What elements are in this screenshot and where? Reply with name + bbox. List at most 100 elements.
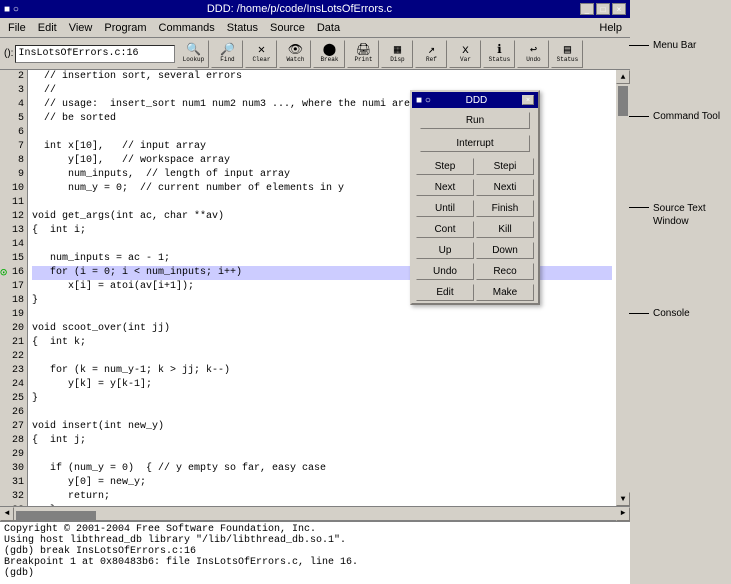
code-line-26 — [32, 406, 612, 420]
line-num-13: 13 — [0, 224, 27, 238]
scroll-thumb[interactable] — [618, 86, 628, 116]
code-line-2: // insertion sort, several errors — [32, 70, 612, 84]
command-tool-controls[interactable]: × — [522, 95, 534, 105]
horizontal-scrollbar[interactable]: ◄ ► — [0, 506, 630, 520]
menu-status[interactable]: Status — [221, 21, 264, 35]
menu-file[interactable]: File — [2, 21, 32, 35]
command-tool-close[interactable]: × — [522, 95, 534, 105]
toolbar-input[interactable] — [15, 45, 175, 63]
kill-button[interactable]: Kill — [476, 221, 534, 238]
var-button[interactable]: x Var — [449, 40, 481, 68]
interrupt-button[interactable]: Interrupt — [420, 135, 530, 152]
display-icon: ▦ — [394, 44, 401, 56]
menu-data[interactable]: Data — [311, 21, 346, 35]
step-button[interactable]: Step — [416, 158, 474, 175]
menu-bar-label-container: Menu Bar — [629, 40, 729, 51]
vertical-scrollbar[interactable]: ▲ ▼ — [616, 70, 630, 506]
nexti-button[interactable]: Nexti — [476, 179, 534, 196]
line-num-24: 24 — [0, 378, 27, 392]
print-button[interactable]: 🖨 Print — [347, 40, 379, 68]
code-line-28: { int j; — [32, 434, 612, 448]
print-icon: 🖨 — [356, 44, 371, 56]
title-bar-controls[interactable]: _ □ × — [580, 3, 626, 15]
lookup-label: Lookup — [183, 56, 205, 63]
close-button[interactable]: × — [612, 3, 626, 15]
console-line-4: Breakpoint 1 at 0x80483b6: file InsLotsO… — [4, 557, 626, 568]
cont-row: Cont Kill — [412, 219, 538, 240]
until-button[interactable]: Until — [416, 200, 474, 217]
menu-source[interactable]: Source — [264, 21, 311, 35]
command-tool-dialog: ■ ○ DDD × Run Interrupt Step Stepi — [410, 90, 540, 305]
up-button[interactable]: Up — [416, 242, 474, 259]
menu-view[interactable]: View — [63, 21, 99, 35]
undo-button[interactable]: ↩ Undo — [517, 40, 549, 68]
command-tool-label: Command Tool — [653, 111, 720, 122]
status-button[interactable]: ℹ Status — [483, 40, 515, 68]
line-num-12: 12 — [0, 210, 27, 224]
console-area[interactable]: Copyright © 2001-2004 Free Software Foun… — [0, 520, 630, 584]
line-num-33: 33 — [0, 504, 27, 506]
code-line-25: } — [32, 392, 612, 406]
scroll-left-button[interactable]: ◄ — [0, 507, 14, 521]
cont-button[interactable]: Cont — [416, 221, 474, 238]
find-icon: 🔎 — [220, 44, 235, 56]
menu-help[interactable]: Help — [593, 21, 628, 35]
console-label-container: Console — [629, 308, 729, 319]
break-button[interactable]: ⬤ Break — [313, 40, 345, 68]
watch-icon: 👁 — [288, 44, 303, 56]
line-num-22: 22 — [0, 350, 27, 364]
command-tool-title: DDD — [466, 95, 488, 106]
h-scroll-track[interactable] — [14, 509, 616, 519]
scroll-right-button[interactable]: ► — [616, 507, 630, 521]
toolbar: (): 🔍 Lookup 🔎 Find ✕ Clear 👁 Watch — [0, 38, 630, 70]
lookup-icon: 🔍 — [186, 44, 201, 56]
finish-button[interactable]: Finish — [476, 200, 534, 217]
menu-edit[interactable]: Edit — [32, 21, 63, 35]
line-num-18: 18 — [0, 294, 27, 308]
maximize-button[interactable]: □ — [596, 3, 610, 15]
ref-button[interactable]: ↗ Ref — [415, 40, 447, 68]
code-line-27: void insert(int new_y) — [32, 420, 612, 434]
undo-icon: ↩ — [530, 44, 537, 56]
up-row: Up Down — [412, 240, 538, 261]
ref-label: Ref — [426, 56, 437, 63]
clear-icon: ✕ — [258, 44, 265, 56]
lookup-button[interactable]: 🔍 Lookup — [177, 40, 209, 68]
down-button[interactable]: Down — [476, 242, 534, 259]
title-bar-left-buttons: ■ ○ — [4, 4, 19, 15]
watch-button[interactable]: 👁 Watch — [279, 40, 311, 68]
h-scroll-thumb[interactable] — [16, 511, 96, 521]
scroll-up-button[interactable]: ▲ — [616, 70, 630, 84]
minimize-button[interactable]: _ — [580, 3, 594, 15]
make-button[interactable]: Make — [476, 284, 534, 301]
menu-program[interactable]: Program — [98, 21, 152, 35]
next-button[interactable]: Next — [416, 179, 474, 196]
clear-button[interactable]: ✕ Clear — [245, 40, 277, 68]
code-line-19 — [32, 308, 612, 322]
find-button[interactable]: 🔎 Find — [211, 40, 243, 68]
run-button[interactable]: Run — [420, 112, 530, 129]
display-button[interactable]: ▦ Disp — [381, 40, 413, 68]
status2-button[interactable]: ▤ Status — [551, 40, 583, 68]
command-tool-label-container: Command Tool — [629, 111, 729, 122]
edit-button[interactable]: Edit — [416, 284, 474, 301]
undo-cmd-button[interactable]: Undo — [416, 263, 474, 280]
code-line-29 — [32, 448, 612, 462]
var-icon: x — [462, 44, 469, 56]
reco-button[interactable]: Reco — [476, 263, 534, 280]
scroll-track[interactable] — [616, 84, 630, 492]
stepi-button[interactable]: Stepi — [476, 158, 534, 175]
menu-bar-label: Menu Bar — [653, 40, 696, 51]
undo-label: Undo — [526, 56, 540, 63]
line-num-29: 29 — [0, 448, 27, 462]
command-tool-title-dots: ■ ○ — [416, 95, 431, 106]
line-num-20: 20 — [0, 322, 27, 336]
scroll-down-button[interactable]: ▼ — [616, 492, 630, 506]
ref-icon: ↗ — [428, 44, 435, 56]
run-button-container: Run — [416, 110, 534, 131]
source-text-label-line — [629, 207, 649, 208]
menu-commands[interactable]: Commands — [153, 21, 221, 35]
break-label: Break — [320, 56, 338, 63]
line-num-6: 6 — [0, 126, 27, 140]
break-icon: ⬤ — [323, 44, 336, 56]
